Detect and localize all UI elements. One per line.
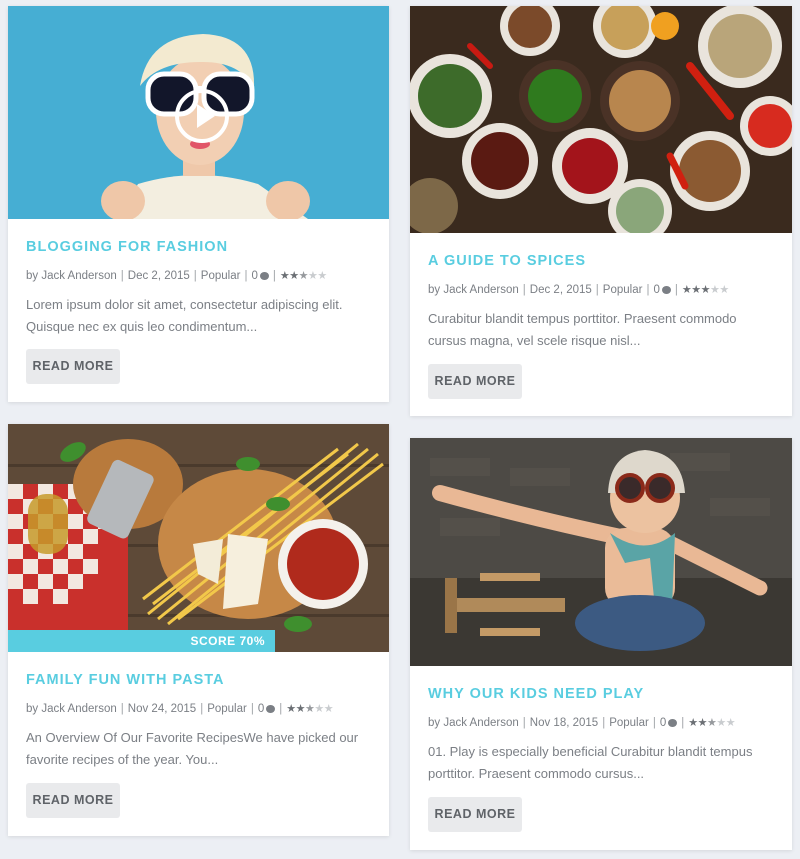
excerpt-line: favorite recipes of the year. You... [26,752,219,767]
post-author[interactable]: by Jack Anderson [26,270,117,283]
post-meta: by Jack Anderson | Dec 2, 2015 | Popular… [428,283,729,297]
star-icon: ★ [298,269,309,282]
post-category[interactable]: Popular [201,270,241,283]
post-date: Nov 24, 2015 [127,702,197,715]
pasta-photo [8,424,389,652]
star-icon: ★ [286,702,296,715]
star-icon: ★ [719,283,729,296]
star-icon: ★ [289,269,299,282]
excerpt-line: 01. Play is especially beneficial Curabi… [428,744,753,759]
excerpt-line: Lorem ipsum dolor sit amet, consectetur … [26,297,343,312]
post-author[interactable]: by Jack Anderson [428,284,519,297]
play-video-button[interactable] [175,89,229,143]
excerpt-line: porttitor. Praesent commodo cursus... [428,766,645,781]
star-icon: ★ [691,283,701,296]
excerpt-line: An Overview Of Our Favorite RecipesWe ha… [26,730,359,745]
star-icon: ★ [307,269,318,282]
star-icon: ★ [700,283,711,296]
comment-icon [668,719,678,728]
post-excerpt: An Overview Of Our Favorite RecipesWe ha… [26,727,371,771]
rating-stars: ★ ★ ★ ★ ★ [279,269,327,282]
read-more-button[interactable]: READ MORE [26,349,120,384]
post-author[interactable]: by Jack Anderson [26,703,117,716]
post-excerpt: Lorem ipsum dolor sit amet, consectetur … [26,294,371,338]
post-author[interactable]: by Jack Anderson [428,717,519,730]
comment-count[interactable]: 0 [653,284,659,297]
post-meta: by Jack Anderson | Dec 2, 2015 | Popular… [26,269,327,283]
post-card-spices: A GUIDE TO SPICES by Jack Anderson | Dec… [410,6,792,416]
star-icon: ★ [295,702,306,715]
excerpt-line: Quisque nec ex quis leo condimentum... [26,319,258,334]
rating-stars: ★ ★ ★ ★ ★ [681,283,729,296]
spices-photo [410,6,792,233]
comment-count[interactable]: 0 [258,703,264,716]
post-date: Nov 18, 2015 [529,716,599,729]
comment-icon [259,272,269,281]
rating-stars: ★ ★ ★ ★ ★ [286,702,334,715]
star-icon: ★ [279,269,290,282]
comment-count[interactable]: 0 [660,717,666,730]
post-card-pasta: SCORE 70% FAMILY FUN WITH PASTA by Jack … [8,424,389,836]
star-icon: ★ [323,702,334,715]
post-image-pasta[interactable]: SCORE 70% [8,424,389,652]
star-icon: ★ [688,716,698,729]
post-card-fashion: BLOGGING FOR FASHION by Jack Anderson | … [8,6,389,402]
post-title[interactable]: A GUIDE TO SPICES [428,254,774,269]
read-more-button[interactable]: READ MORE [428,797,522,832]
post-image-spices[interactable] [410,6,792,233]
excerpt-line: Curabitur blandit tempus porttitor. Prae… [428,311,737,326]
post-meta: by Jack Anderson | Nov 18, 2015 | Popula… [428,716,736,730]
star-icon: ★ [314,702,324,715]
comment-count[interactable]: 0 [251,270,257,283]
star-icon: ★ [707,716,717,729]
star-icon: ★ [709,283,720,296]
post-title[interactable]: WHY OUR KIDS NEED PLAY [428,687,774,702]
excerpt-line: cursus magna, vel scele risque nisl... [428,333,641,348]
score-badge: SCORE 70% [8,630,275,652]
post-image-fashion[interactable] [8,6,389,219]
star-icon: ★ [697,716,708,729]
post-date: Dec 2, 2015 [529,283,592,296]
post-date: Dec 2, 2015 [127,269,190,282]
rating-stars: ★ ★ ★ ★ ★ [688,716,736,729]
star-icon: ★ [317,269,327,282]
post-excerpt: Curabitur blandit tempus porttitor. Prae… [428,308,774,352]
post-image-kids[interactable] [410,438,792,666]
post-card-kids: WHY OUR KIDS NEED PLAY by Jack Anderson … [410,438,792,850]
post-title[interactable]: BLOGGING FOR FASHION [26,240,371,255]
kids-photo [410,438,792,666]
post-category[interactable]: Popular [609,717,649,730]
post-category[interactable]: Popular [207,703,247,716]
post-excerpt: 01. Play is especially beneficial Curabi… [428,741,774,785]
post-category[interactable]: Popular [603,284,643,297]
comment-icon [661,286,671,295]
read-more-button[interactable]: READ MORE [428,364,522,399]
post-meta: by Jack Anderson | Nov 24, 2015 | Popula… [26,702,334,716]
star-icon: ★ [305,702,315,715]
read-more-button[interactable]: READ MORE [26,783,120,818]
star-icon: ★ [716,716,726,729]
star-icon: ★ [681,283,692,296]
comment-icon [266,705,276,714]
post-title[interactable]: FAMILY FUN WITH PASTA [26,673,371,688]
star-icon: ★ [725,716,736,729]
